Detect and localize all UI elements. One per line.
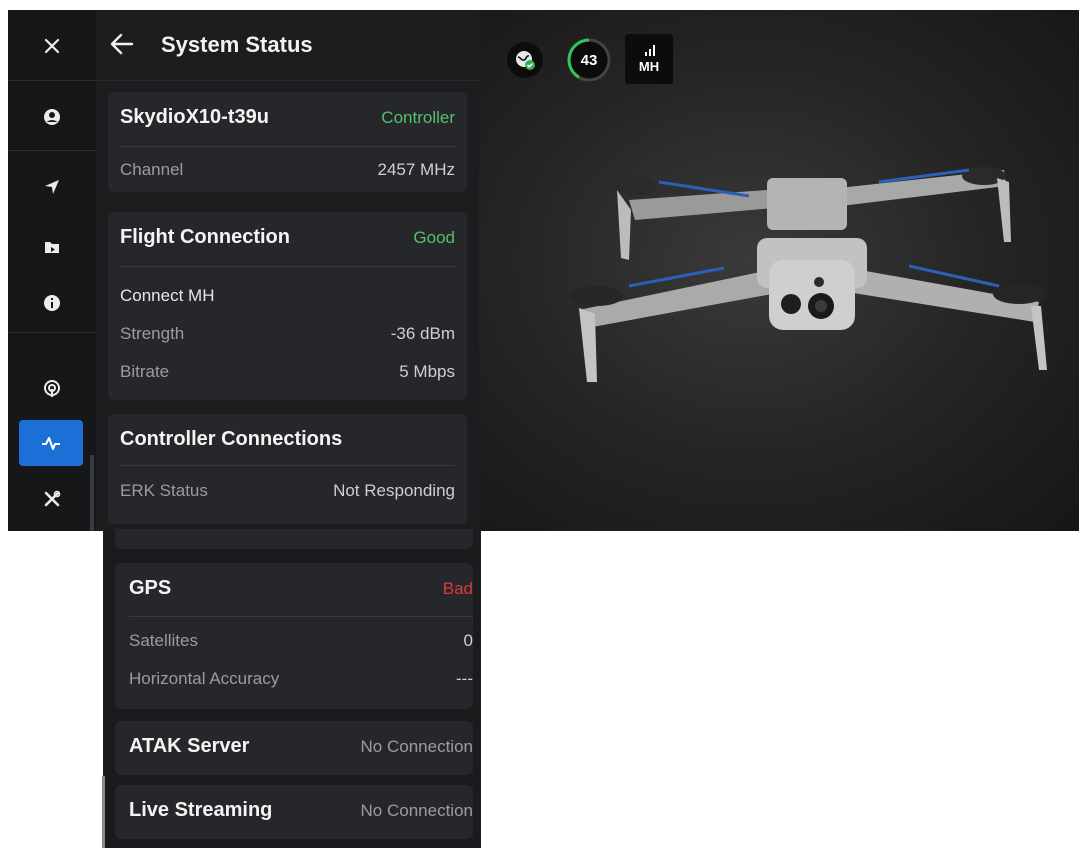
vehicle-card: SkydioX10-t39u Controller Channel 2457 M…: [108, 92, 467, 192]
panel-scrollbar[interactable]: [102, 776, 105, 848]
vehicle-name: SkydioX10-t39u: [120, 106, 269, 128]
pulse-icon: [42, 437, 60, 450]
controller-connections-card: Controller Connections ERK Status Not Re…: [108, 414, 467, 524]
bitrate-value: 5 Mbps: [399, 362, 455, 381]
strength-label: Strength: [120, 324, 185, 343]
live-streaming-status: No Connection: [360, 800, 473, 820]
partial-card: [115, 529, 473, 549]
system-status-button[interactable]: [19, 420, 83, 466]
drone-image: [571, 167, 1047, 382]
horizontal-accuracy-label: Horizontal Accuracy: [129, 669, 280, 688]
satellites-value: 0: [463, 631, 473, 650]
rail-scrollbar[interactable]: [90, 455, 94, 531]
strength-value: -36 dBm: [390, 324, 455, 343]
link-name: Connect MH: [120, 286, 215, 305]
system-status-panel: System Status SkydioX10-t39u Controller …: [96, 10, 479, 531]
account-button[interactable]: [8, 86, 96, 148]
erk-status-value: Not Responding: [333, 481, 455, 500]
drone-viewport: 43 MH: [479, 10, 1079, 531]
live-streaming-title: Live Streaming: [129, 799, 273, 821]
channel-value: 2457 MHz: [377, 160, 455, 179]
erk-status-label: ERK Status: [120, 481, 208, 500]
flight-connection-card: Flight Connection Good Connect MH Streng…: [108, 212, 467, 400]
channel-label: Channel: [120, 160, 184, 179]
antenna-button[interactable]: [8, 358, 96, 420]
navigation-icon: [45, 180, 59, 194]
nav-rail: [8, 10, 97, 531]
close-icon: [44, 38, 60, 54]
bitrate-label: Bitrate: [120, 362, 170, 381]
vehicle-role: Controller: [381, 107, 455, 127]
info-button[interactable]: [8, 272, 96, 334]
tools-icon: [44, 490, 61, 507]
media-folder-icon: [45, 242, 59, 253]
flight-connection-status: Good: [413, 227, 455, 247]
gps-title: GPS: [129, 577, 172, 599]
atak-server-title: ATAK Server: [129, 735, 250, 757]
atak-server-status: No Connection: [360, 736, 473, 756]
page-title: System Status: [161, 32, 313, 57]
antenna-icon: [44, 380, 60, 397]
media-button[interactable]: [8, 216, 96, 278]
panel-header: System Status: [96, 10, 479, 81]
flight-connection-title: Flight Connection: [120, 226, 290, 248]
account-icon: [44, 109, 60, 125]
info-icon: [44, 295, 60, 311]
tools-button[interactable]: [8, 468, 96, 530]
gps-card: GPS Bad Satellites 0 Horizontal Accuracy…: [115, 563, 473, 709]
controller-connections-title: Controller Connections: [120, 428, 343, 450]
back-button[interactable]: [108, 30, 136, 58]
status-panel-extension: GPS Bad Satellites 0 Horizontal Accuracy…: [103, 529, 481, 848]
navigation-button[interactable]: [8, 156, 96, 218]
arrow-left-icon: [110, 33, 134, 55]
close-button[interactable]: [8, 15, 96, 77]
satellites-label: Satellites: [129, 631, 198, 650]
app-window: System Status SkydioX10-t39u Controller …: [8, 10, 1079, 531]
atak-server-card: ATAK Server No Connection: [115, 721, 473, 775]
gps-status: Bad: [442, 578, 473, 598]
live-streaming-card: Live Streaming No Connection: [115, 785, 473, 839]
horizontal-accuracy-value: ---: [456, 669, 473, 688]
